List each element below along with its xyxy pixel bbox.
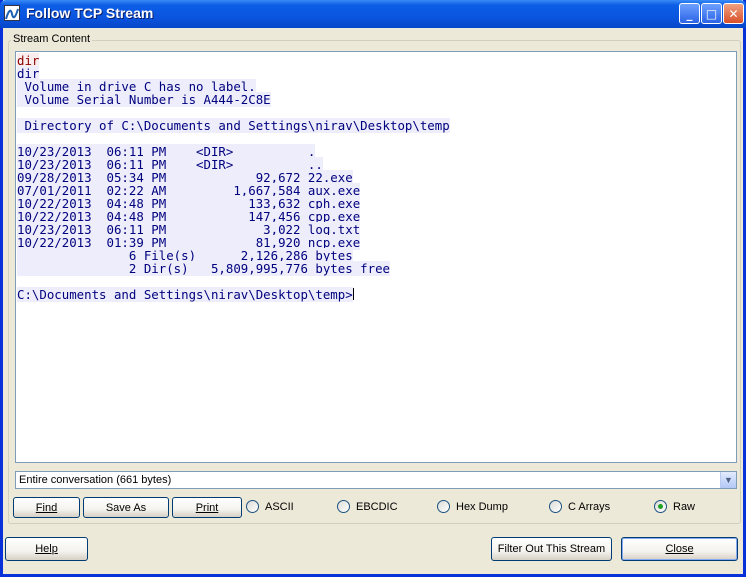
window-title: Follow TCP Stream — [26, 5, 154, 21]
maximize-icon: □ — [705, 6, 718, 21]
radio-label: Hex Dump — [456, 500, 508, 513]
stream-line: dir — [17, 53, 736, 68]
help-button-label: Help — [35, 543, 58, 555]
help-button[interactable]: Help — [5, 537, 88, 561]
radio-c-arrays[interactable]: C Arrays — [549, 500, 610, 513]
find-button[interactable]: Find — [13, 497, 80, 518]
radio-circle-selected — [654, 500, 667, 513]
save-as-button-label: Save As — [105, 501, 147, 514]
stream-line: Volume Serial Number is A444-2C8E — [17, 92, 736, 107]
radio-label: ASCII — [265, 500, 294, 513]
print-button-label: Print — [195, 501, 219, 514]
radio-ascii[interactable]: ASCII — [246, 500, 294, 513]
print-button[interactable]: Print — [172, 497, 242, 518]
close-button[interactable]: Close — [621, 537, 738, 561]
radio-hex-dump[interactable]: Hex Dump — [437, 500, 508, 513]
received-text: C:\Documents and Settings\nirav\Desktop\… — [17, 287, 353, 302]
maximize-button[interactable]: □ — [701, 3, 722, 24]
conversation-select-value: Entire conversation (661 bytes) — [19, 474, 172, 486]
radio-ebcdic[interactable]: EBCDIC — [337, 500, 398, 513]
close-button-label: Close — [665, 543, 694, 555]
filter-out-stream-button[interactable]: Filter Out This Stream — [491, 537, 612, 561]
title-bar[interactable]: Follow TCP Stream _ □ ✕ — [0, 0, 746, 28]
dropdown-arrow-button[interactable]: ▼ — [720, 472, 736, 488]
follow-tcp-stream-window: Follow TCP Stream _ □ ✕ Stream Content d… — [0, 0, 746, 577]
radio-circle — [437, 500, 450, 513]
radio-label: EBCDIC — [356, 500, 398, 513]
close-icon: ✕ — [728, 6, 739, 21]
close-window-button[interactable]: ✕ — [723, 3, 744, 24]
received-text: Volume Serial Number is A444-2C8E — [17, 92, 271, 107]
radio-circle — [337, 500, 350, 513]
received-text: Directory of C:\Documents and Settings\n… — [17, 118, 450, 133]
radio-circle — [246, 500, 259, 513]
minimize-icon: _ — [686, 6, 693, 21]
radio-label: Raw — [673, 500, 696, 513]
conversation-select[interactable]: Entire conversation (661 bytes) ▼ — [15, 471, 737, 489]
stream-content-label: Stream Content — [11, 33, 93, 45]
find-button-label: Find — [35, 501, 58, 514]
stream-line: Directory of C:\Documents and Settings\n… — [17, 118, 736, 133]
stream-content-text[interactable]: dir dir Volume in drive C has no label. V… — [15, 51, 737, 463]
text-cursor — [352, 288, 354, 300]
stream-line: 2 Dir(s) 5,809,995,776 bytes free — [17, 261, 736, 276]
stream-line: C:\Documents and Settings\nirav\Desktop\… — [17, 287, 736, 302]
received-text: 2 Dir(s) 5,809,995,776 bytes free — [17, 261, 390, 276]
filter-out-stream-label: Filter Out This Stream — [497, 543, 606, 555]
radio-circle — [549, 500, 562, 513]
chevron-down-icon: ▼ — [724, 475, 733, 485]
minimize-button[interactable]: _ — [679, 3, 700, 24]
wireshark-app-icon — [4, 5, 20, 21]
save-as-button[interactable]: Save As — [83, 497, 169, 518]
radio-label: C Arrays — [568, 500, 611, 513]
radio-raw[interactable]: Raw — [654, 500, 695, 513]
